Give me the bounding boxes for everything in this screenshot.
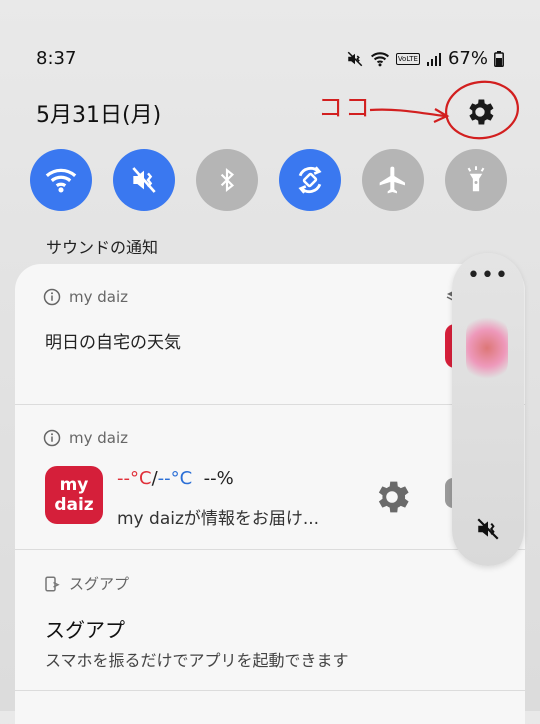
status-time: 8:37 xyxy=(36,48,77,69)
airplane-icon xyxy=(379,166,405,194)
mute-icon xyxy=(132,167,156,193)
status-icons: VoLTE 67% xyxy=(346,48,504,69)
wifi-icon xyxy=(45,168,77,193)
bluetooth-icon xyxy=(220,167,235,193)
divider xyxy=(15,690,525,691)
wifi-toggle[interactable] xyxy=(30,149,92,211)
gear-icon[interactable] xyxy=(463,95,497,129)
auto-rotate-toggle[interactable] xyxy=(279,149,341,211)
annotation-label: ココ xyxy=(318,93,373,122)
flashlight-toggle[interactable] xyxy=(445,149,507,211)
more-options-button[interactable]: ••• xyxy=(452,263,524,288)
mute-icon[interactable] xyxy=(475,516,501,542)
date-label: 5月31日(月) xyxy=(36,103,162,128)
notification-panel: my daiz 明日の自宅の天気 my daiz my daiz --°C/--… xyxy=(15,264,525,724)
notification-app-name: スグアプ xyxy=(69,575,130,593)
battery-icon xyxy=(494,50,504,67)
wifi-icon xyxy=(370,51,389,66)
volume-blur xyxy=(466,313,508,383)
section-title: サウンドの通知 xyxy=(46,238,159,257)
battery-percent: 67% xyxy=(447,48,488,69)
app-small-icon xyxy=(45,576,60,591)
status-bar: 8:37 VoLTE 67% xyxy=(0,40,540,76)
bluetooth-toggle[interactable] xyxy=(196,149,258,211)
mute-icon xyxy=(347,51,363,66)
notification-title: スグアプ xyxy=(45,618,125,642)
notification-header: スグアプ xyxy=(43,573,129,594)
notification-text: スマホを振るだけでアプリを起動できます xyxy=(45,651,349,670)
signal-icon xyxy=(426,52,441,66)
volume-panel[interactable]: ••• xyxy=(452,253,524,566)
notification-item[interactable]: スグアプ スグアプ スマホを振るだけでアプリを起動できます xyxy=(15,264,525,694)
airplane-toggle[interactable] xyxy=(362,149,424,211)
sound-toggle[interactable] xyxy=(113,149,175,211)
quick-settings xyxy=(30,149,510,211)
flashlight-icon xyxy=(467,166,485,192)
rotate-icon xyxy=(298,166,322,194)
volte-icon: VoLTE xyxy=(395,52,420,65)
